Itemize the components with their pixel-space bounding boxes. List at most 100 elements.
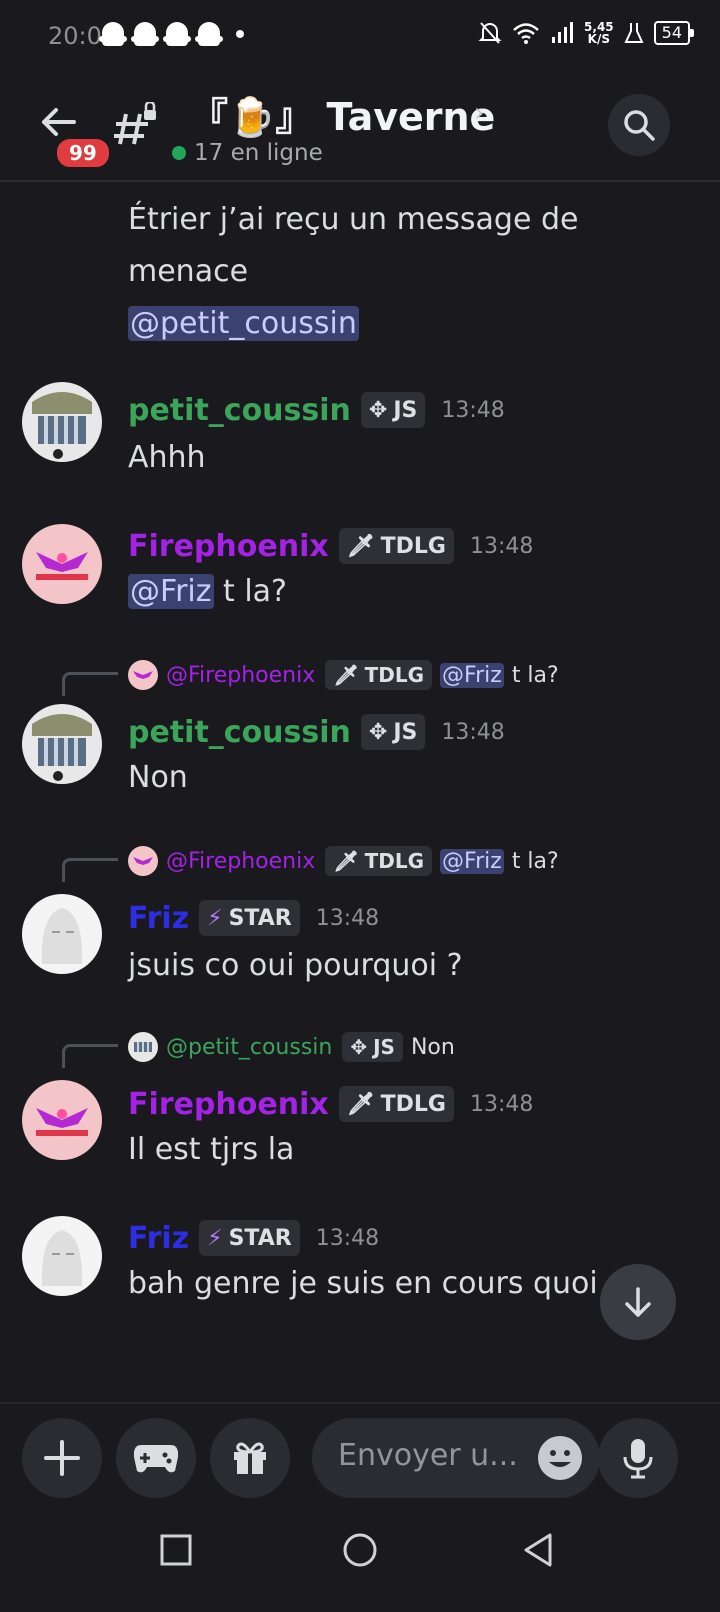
channel-header: 99 『🍺』 Taverne › 17 en ligne xyxy=(0,72,720,182)
message-timestamp: 13:48 xyxy=(441,397,505,423)
reply-connector xyxy=(62,672,118,696)
message-text: Ahhh xyxy=(128,440,206,475)
message-timestamp: 13:48 xyxy=(470,1091,534,1117)
message-text: Étrier j’ai reçu un message de xyxy=(128,202,579,237)
lightning-icon: ⚡ xyxy=(207,905,223,931)
snapchat-icon xyxy=(195,22,223,46)
message-input-placeholder: Envoyer u... xyxy=(338,1438,518,1473)
reply-preview[interactable]: @Firephoenix 🗡 TDLG @Friz t la? xyxy=(128,660,559,690)
reply-avatar xyxy=(128,1032,158,1062)
online-dot-icon xyxy=(172,146,186,160)
reply-connector xyxy=(62,1044,118,1068)
chevron-right-icon[interactable]: › xyxy=(474,98,484,128)
microphone-icon xyxy=(623,1439,653,1479)
avatar[interactable] xyxy=(22,382,102,462)
network-speed: 5,45 K/S xyxy=(584,20,614,46)
bell-muted-icon xyxy=(478,22,502,44)
system-icons: 5,45 K/S 54 xyxy=(478,20,695,46)
message-list[interactable]: Étrier j’ai reçu un message de menace @p… xyxy=(0,182,720,1402)
message-timestamp: 13:48 xyxy=(315,1225,380,1251)
unread-badge: 99 xyxy=(54,136,112,170)
role-tag: 🗡 TDLG xyxy=(325,846,433,876)
reply-avatar xyxy=(128,660,158,690)
message-text: @petit_coussin xyxy=(128,306,359,341)
status-bar: 20:01 5,45 K/S 54 xyxy=(0,0,720,72)
avatar[interactable] xyxy=(22,894,102,974)
avatar[interactable] xyxy=(22,1080,102,1160)
role-tag: 🗡 TDLG xyxy=(325,660,433,690)
voice-message-button[interactable] xyxy=(598,1418,678,1498)
search-icon xyxy=(624,110,655,141)
message-input[interactable]: Envoyer u... xyxy=(312,1418,600,1498)
wifi-icon xyxy=(513,23,539,44)
gamepad-icon xyxy=(133,1445,179,1473)
scroll-to-bottom-button[interactable] xyxy=(600,1264,676,1340)
reply-connector xyxy=(62,858,118,882)
reply-avatar xyxy=(128,846,158,876)
role-tag: 🗡 TDLG xyxy=(338,528,454,564)
gift-button[interactable] xyxy=(210,1418,290,1498)
activities-button[interactable] xyxy=(116,1418,196,1498)
role-tag: 🗡 TDLG xyxy=(338,1086,454,1122)
more-notifications-dot-icon xyxy=(236,30,244,38)
role-tag: ✥ JS xyxy=(360,714,426,750)
avatar[interactable] xyxy=(22,1216,102,1296)
message-author[interactable]: Friz ⚡ STAR 13:48 xyxy=(128,1220,379,1256)
message-text: @Friz t la? xyxy=(128,574,287,609)
message-timestamp: 13:48 xyxy=(441,719,505,745)
message-text: Non xyxy=(128,760,188,795)
battery-indicator: 54 xyxy=(653,21,695,45)
message-author[interactable]: petit_coussin ✥ JS 13:48 xyxy=(128,392,505,428)
arrow-down-icon xyxy=(625,1287,651,1317)
role-tag: ✥ JS xyxy=(360,392,426,428)
message-composer: Envoyer u... xyxy=(0,1402,720,1498)
role-tag: ✥ JS xyxy=(342,1032,403,1062)
message-timestamp: 13:48 xyxy=(315,905,380,931)
snapchat-icon xyxy=(99,22,127,46)
snapchat-icon xyxy=(131,22,159,46)
user-mention[interactable]: @Friz xyxy=(128,574,214,609)
diamond-icon: ✥ xyxy=(368,719,388,745)
user-mention[interactable]: @petit_coussin xyxy=(128,306,359,341)
sword-icon: 🗡 xyxy=(333,663,359,687)
flask-icon xyxy=(624,23,644,43)
lightning-icon: ⚡ xyxy=(207,1225,223,1251)
reply-preview[interactable]: @petit_coussin ✥ JS Non xyxy=(128,1032,455,1062)
user-mention: @Friz xyxy=(440,848,504,874)
sword-icon: 🗡 xyxy=(333,849,359,873)
locked-channel-icon xyxy=(114,102,156,145)
snapchat-icon xyxy=(163,22,191,46)
search-button[interactable] xyxy=(608,94,670,156)
sword-icon: 🗡 xyxy=(346,1091,375,1117)
online-count: 17 en ligne xyxy=(172,140,323,166)
user-mention: @Friz xyxy=(440,662,504,688)
avatar[interactable] xyxy=(22,704,102,784)
notification-icons xyxy=(99,22,244,46)
message-author[interactable]: Firephoenix 🗡 TDLG 13:48 xyxy=(128,528,533,564)
message-text: bah genre je suis en cours quoi xyxy=(128,1266,598,1301)
message-author[interactable]: petit_coussin ✥ JS 13:48 xyxy=(128,714,505,750)
recent-apps-icon[interactable] xyxy=(160,1534,192,1566)
channel-title[interactable]: 『🍺』 Taverne xyxy=(190,86,495,141)
message-text: jsuis co oui pourquoi ? xyxy=(128,948,463,983)
message-timestamp: 13:48 xyxy=(470,533,534,559)
sword-icon: 🗡 xyxy=(346,533,375,559)
message-text: Il est tjrs la xyxy=(128,1132,295,1167)
plus-icon xyxy=(44,1440,80,1476)
system-navigation-bar xyxy=(0,1498,720,1612)
home-icon[interactable] xyxy=(342,1532,378,1568)
signal-icon xyxy=(552,22,574,43)
role-tag: ⚡ STAR xyxy=(199,1220,300,1256)
reply-preview[interactable]: @Firephoenix 🗡 TDLG @Friz t la? xyxy=(128,846,559,876)
message-author[interactable]: Firephoenix 🗡 TDLG 13:48 xyxy=(128,1086,533,1122)
diamond-icon: ✥ xyxy=(350,1035,368,1059)
back-icon[interactable] xyxy=(522,1532,554,1568)
gift-icon xyxy=(234,1442,266,1474)
message-text: menace xyxy=(128,254,249,289)
add-attachment-button[interactable] xyxy=(22,1418,102,1498)
avatar[interactable] xyxy=(22,524,102,604)
role-tag: ⚡ STAR xyxy=(199,900,300,936)
emoji-picker-icon[interactable] xyxy=(538,1436,582,1480)
diamond-icon: ✥ xyxy=(368,397,388,423)
message-author[interactable]: Friz ⚡ STAR 13:48 xyxy=(128,900,379,936)
